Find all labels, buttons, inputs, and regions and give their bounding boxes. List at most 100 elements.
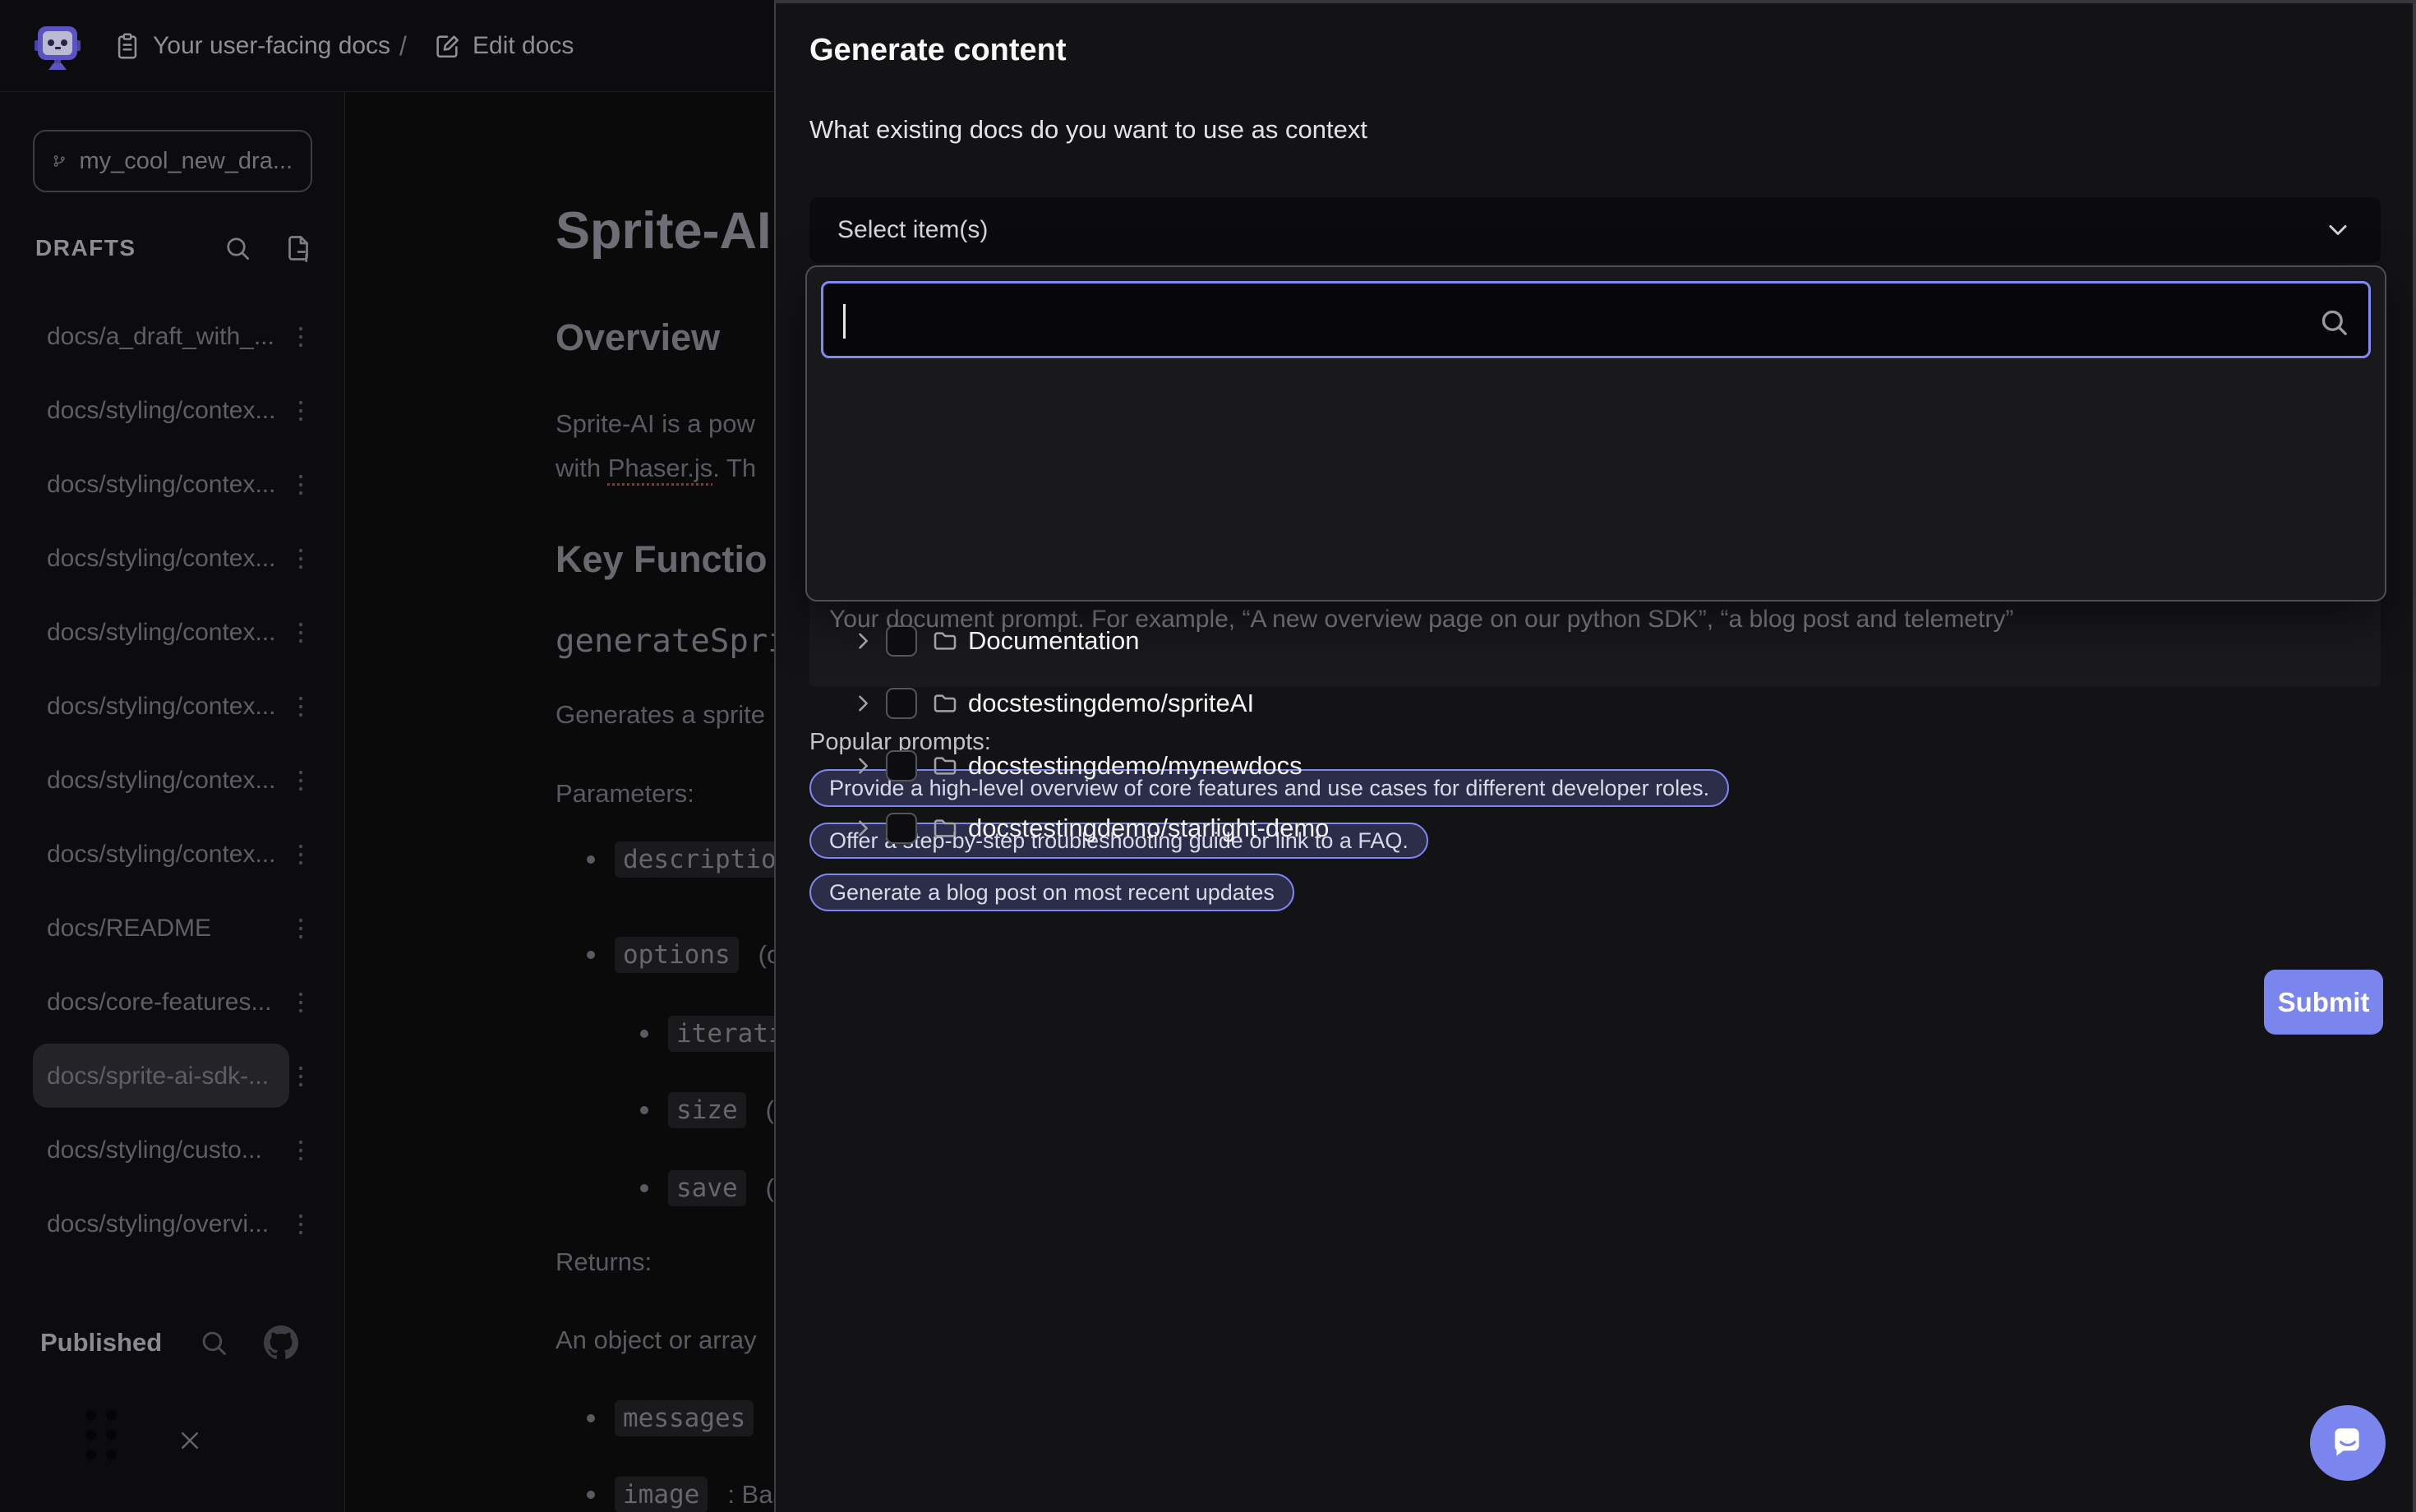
context-docs-select[interactable]: Select item(s) [809,197,2381,263]
kebab-menu-icon[interactable] [292,990,310,1015]
draft-item-selected[interactable]: docs/sprite-ai-sdk-... [0,1052,345,1101]
doc-code: options [615,937,739,973]
published-label: Published [40,1328,162,1358]
doc-code: description [615,841,774,878]
kebab-menu-icon[interactable] [292,620,310,645]
kebab-menu-icon[interactable] [292,399,310,423]
doc-bullet-item: iterati [640,1016,774,1052]
kebab-menu-icon[interactable] [292,916,310,941]
draft-item-label: docs/styling/contex... [47,841,275,869]
tree-item-starlight-demo[interactable]: docstestingdemo/starlight-demo [807,804,2385,853]
doc-code: size [668,1092,746,1128]
app-logo-robot-icon[interactable] [35,22,81,70]
doc-heading-key-functions: Key Functio [556,538,768,581]
select-dropdown-panel: Documentation docstestingdemo/spriteAI d… [805,265,2386,602]
draft-item[interactable]: docs/styling/contex... [0,534,345,583]
modal-title: Generate content [809,33,1067,68]
new-draft-icon[interactable] [284,233,313,263]
draft-item-label: docs/styling/overvi... [47,1210,269,1238]
doc-text: . Th [712,454,756,482]
select-value-label: Select item(s) [837,216,988,244]
breadcrumb-edit-docs[interactable]: Edit docs [433,0,574,92]
kebab-menu-icon[interactable] [292,1212,310,1237]
checkbox[interactable] [886,750,917,781]
doc-returns-text: An object or array [556,1325,757,1355]
doc-bullet-item: size (str [640,1092,774,1128]
doc-bullet-item: save (bo [640,1170,774,1206]
breadcrumb-docs-label: Your user-facing docs [153,32,390,60]
kebab-menu-icon[interactable] [292,546,310,571]
draft-item[interactable]: docs/core-features... [0,978,345,1027]
branch-selector-button[interactable]: my_cool_new_dra... [33,130,312,192]
github-icon[interactable] [264,1325,298,1360]
drafts-search-icon[interactable] [223,233,252,263]
kebab-menu-icon[interactable] [292,768,310,793]
folder-icon [932,815,958,841]
doc-paragraph-line: Sprite-AI is a pow [556,409,755,439]
published-search-icon[interactable] [198,1327,229,1358]
tree-item-label: docstestingdemo/mynewdocs [968,751,1303,781]
chevron-right-icon[interactable] [851,692,874,715]
doc-code: iterati [668,1016,774,1052]
phaser-js-link[interactable]: Phaser.js [608,454,713,482]
draft-item[interactable]: docs/README [0,904,345,953]
chevron-right-icon[interactable] [851,817,874,840]
kebab-menu-icon[interactable] [292,1138,310,1163]
bullet-icon [587,855,595,864]
draft-item[interactable]: docs/styling/contex... [0,830,345,879]
checkbox[interactable] [886,813,917,844]
submit-button[interactable]: Submit [2264,970,2383,1035]
tree-item-mynewdocs[interactable]: docstestingdemo/mynewdocs [807,741,2385,791]
draft-item-label: docs/styling/custo... [47,1136,262,1164]
kebab-menu-icon[interactable] [292,694,310,719]
draft-item[interactable]: docs/styling/contex... [0,682,345,731]
bullet-icon [640,1106,648,1114]
branch-name-label: my_cool_new_dra... [79,148,293,175]
kebab-menu-icon[interactable] [292,1064,310,1089]
draft-item-label: docs/styling/contex... [47,545,275,573]
tree-item-label: docstestingdemo/starlight-demo [968,814,1329,843]
doc-text: (bo [766,1173,774,1203]
draft-item[interactable]: docs/styling/overvi... [0,1200,345,1249]
draft-item[interactable]: docs/styling/contex... [0,460,345,509]
chevron-right-icon[interactable] [851,629,874,652]
modal-question: What existing docs do you want to use as… [809,115,1367,145]
dropdown-search-input[interactable] [821,281,2371,358]
checkbox[interactable] [886,625,917,657]
prompt-chip-blog-post[interactable]: Generate a blog post on most recent upda… [809,874,1294,911]
doc-parameters-label: Parameters: [556,779,694,809]
search-icon [2317,306,2350,339]
draft-item[interactable]: docs/a_draft_with_... [0,312,345,362]
doc-text: with [556,454,608,482]
chevron-down-icon [2323,215,2353,245]
bullet-icon [587,951,595,959]
breadcrumb-edit-label: Edit docs [473,32,574,60]
tree-item-documentation[interactable]: Documentation [807,616,2385,666]
drag-handle-dots-icon[interactable] [85,1410,127,1471]
draft-item[interactable]: docs/styling/contex... [0,756,345,805]
breadcrumb-your-user-facing-docs[interactable]: Your user-facing docs [113,0,390,92]
checkbox[interactable] [886,688,917,719]
draft-item[interactable]: docs/styling/contex... [0,386,345,436]
doc-bullet-item: messages: JS [587,1400,774,1436]
doc-function-signature: generateSprite( [556,623,774,660]
kebab-menu-icon[interactable] [292,842,310,867]
close-icon[interactable] [178,1428,202,1453]
doc-bullet-item: description [587,841,774,878]
scrollbar[interactable] [2413,3,2416,1512]
doc-code: messages [615,1400,754,1436]
chat-bubble-icon [2329,1424,2367,1462]
chevron-right-icon[interactable] [851,754,874,777]
doc-text: (obj [758,940,774,970]
draft-item[interactable]: docs/styling/contex... [0,608,345,657]
draft-item-label: docs/styling/contex... [47,619,275,647]
kebab-menu-icon[interactable] [292,325,310,349]
chat-widget-button[interactable] [2310,1405,2386,1481]
kebab-menu-icon[interactable] [292,472,310,497]
tree-item-spriteai[interactable]: docstestingdemo/spriteAI [807,679,2385,728]
draft-item-label: docs/README [47,915,211,943]
edit-docs-icon [433,32,461,60]
tree-item-label: docstestingdemo/spriteAI [968,689,1254,718]
drafts-label: DRAFTS [35,235,136,261]
draft-item[interactable]: docs/styling/custo... [0,1126,345,1175]
